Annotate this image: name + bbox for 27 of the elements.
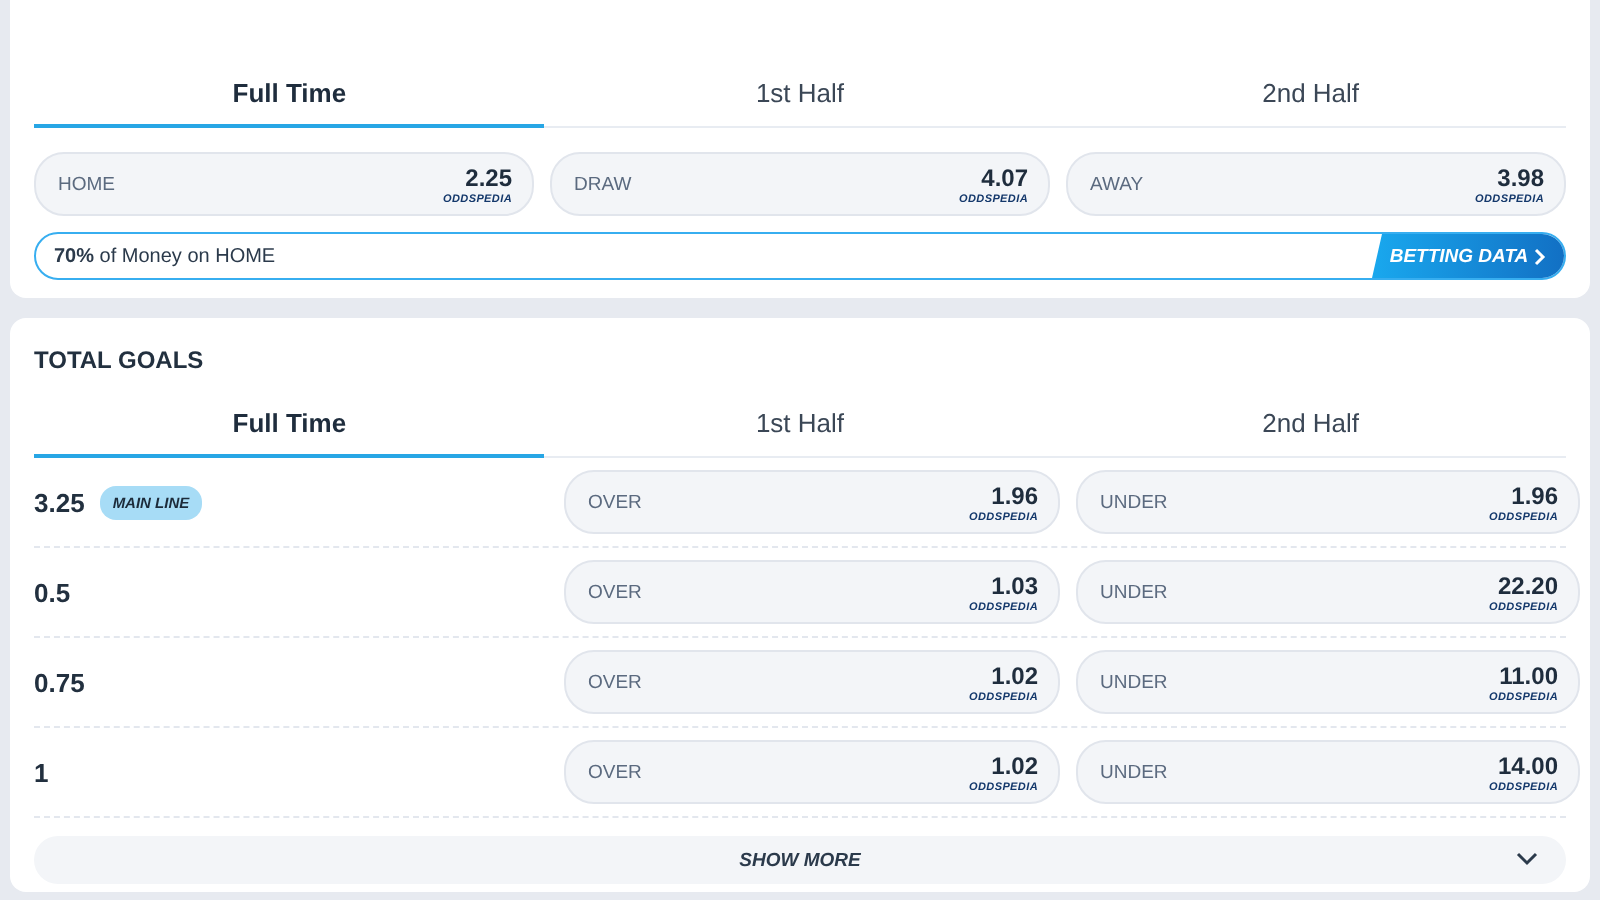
betting-data-button[interactable]: BETTING DATA [1372,234,1564,278]
chevron-right-icon [1534,247,1547,265]
goal-line: 0.5 [34,577,71,607]
odds-value: 22.20 [1497,571,1558,599]
period-tab[interactable]: 1st Half [544,394,1056,458]
odds-value: 3.98 [1497,163,1544,191]
odds-value: 14.00 [1497,751,1558,779]
odds-value: 1.02 [991,751,1038,779]
odds-value: 1.96 [1511,481,1558,509]
goal-line: 3.25 [34,487,85,517]
period-tab[interactable]: 2nd Half [1055,394,1566,458]
goal-line: 0.75 [34,667,85,697]
odds-value: 11.00 [1499,661,1558,689]
odds-value: 1.96 [991,481,1038,509]
show-more-button[interactable]: SHOW MORE [34,836,1566,884]
odds-value: 1.03 [991,571,1038,599]
chevron-down-icon [1516,852,1538,866]
goal-line: 1 [34,757,49,787]
section-title: TOTAL GOALS [34,344,206,378]
odds-value: 4.07 [981,163,1028,191]
period-tab[interactable]: 1st Half [544,64,1056,128]
period-tab[interactable]: Full Time [34,64,545,128]
period-tab[interactable]: Full Time [34,394,545,458]
odds-value: 2.25 [465,163,512,191]
money-text: 70% of Money on HOME [52,245,276,267]
period-tab[interactable]: 2nd Half [1055,64,1566,128]
odds-value: 1.02 [991,661,1038,689]
